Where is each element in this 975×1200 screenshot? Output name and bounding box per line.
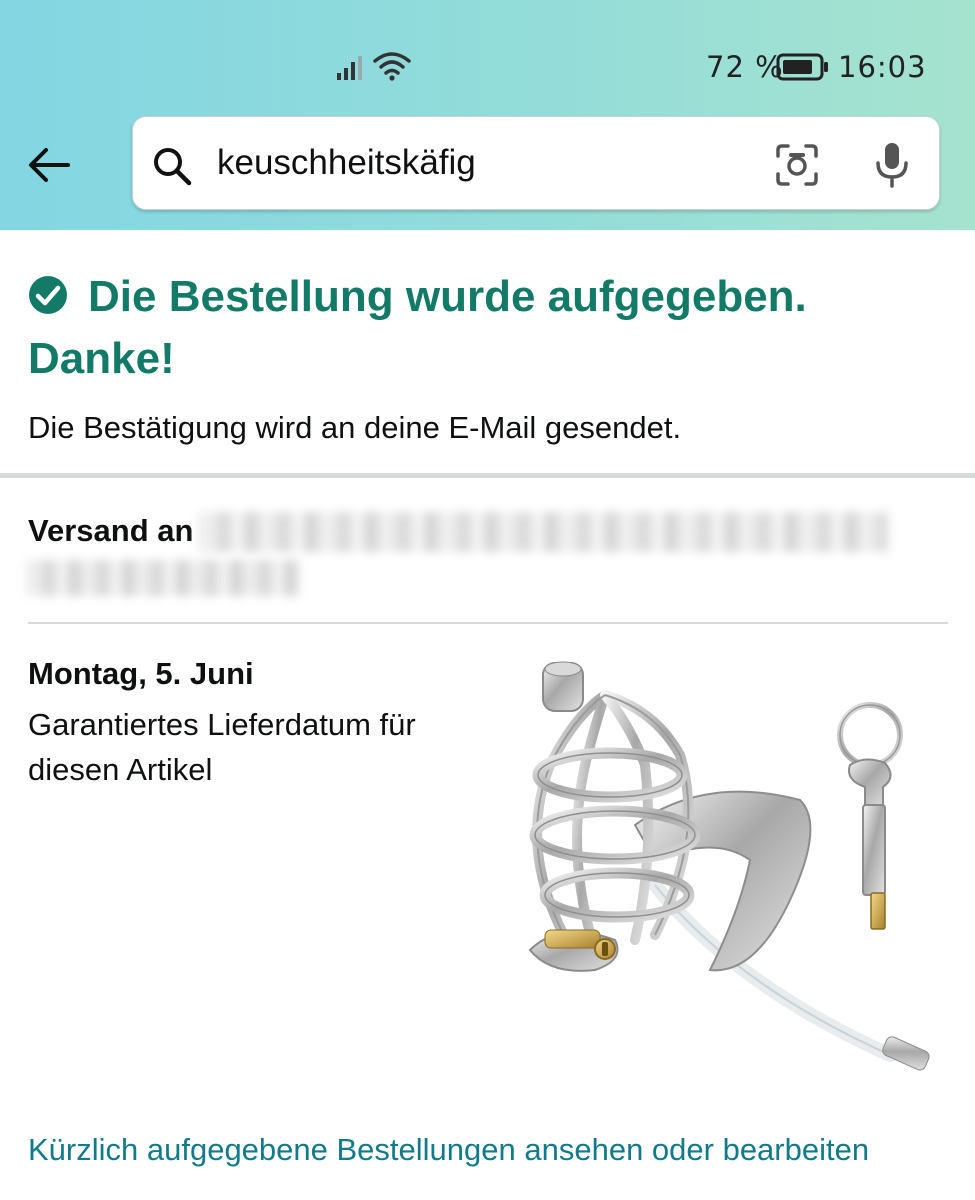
check-circle-icon	[29, 276, 67, 314]
clock: 16:03	[838, 50, 927, 84]
battery-icon	[776, 53, 828, 81]
search-bar[interactable]	[132, 116, 940, 210]
search-input[interactable]	[217, 137, 737, 189]
confirmation-heading: Die Bestellung wurde aufgegeben. Danke!	[28, 266, 948, 390]
top-bar: 72 % 16:03	[0, 0, 975, 230]
microphone-icon[interactable]	[873, 141, 911, 189]
delivery-note: Garantiertes Lieferdatum für diesen Arti…	[28, 707, 416, 787]
shipping-label: Versand an	[28, 513, 194, 548]
battery-percent: 72 %	[706, 50, 784, 84]
search-icon[interactable]	[151, 145, 193, 187]
recent-orders-link[interactable]: Kürzlich aufgegebene Bestellungen ansehe…	[28, 1132, 869, 1168]
redacted-address	[198, 512, 888, 552]
back-arrow-icon[interactable]	[24, 140, 74, 190]
camera-icon[interactable]	[775, 143, 819, 187]
divider	[28, 622, 948, 624]
product-image[interactable]	[505, 655, 945, 1095]
delivery-date: Montag, 5. Juni	[28, 656, 254, 691]
section-divider	[0, 473, 975, 478]
status-bar: 72 % 16:03	[0, 0, 975, 110]
signal-icon	[337, 56, 362, 80]
confirmation-title: Die Bestellung wurde aufgegeben. Danke!	[28, 272, 807, 383]
redacted-phone	[26, 560, 300, 596]
wifi-icon	[373, 52, 411, 81]
confirmation-subtitle: Die Bestätigung wird an deine E-Mail ges…	[28, 410, 682, 445]
